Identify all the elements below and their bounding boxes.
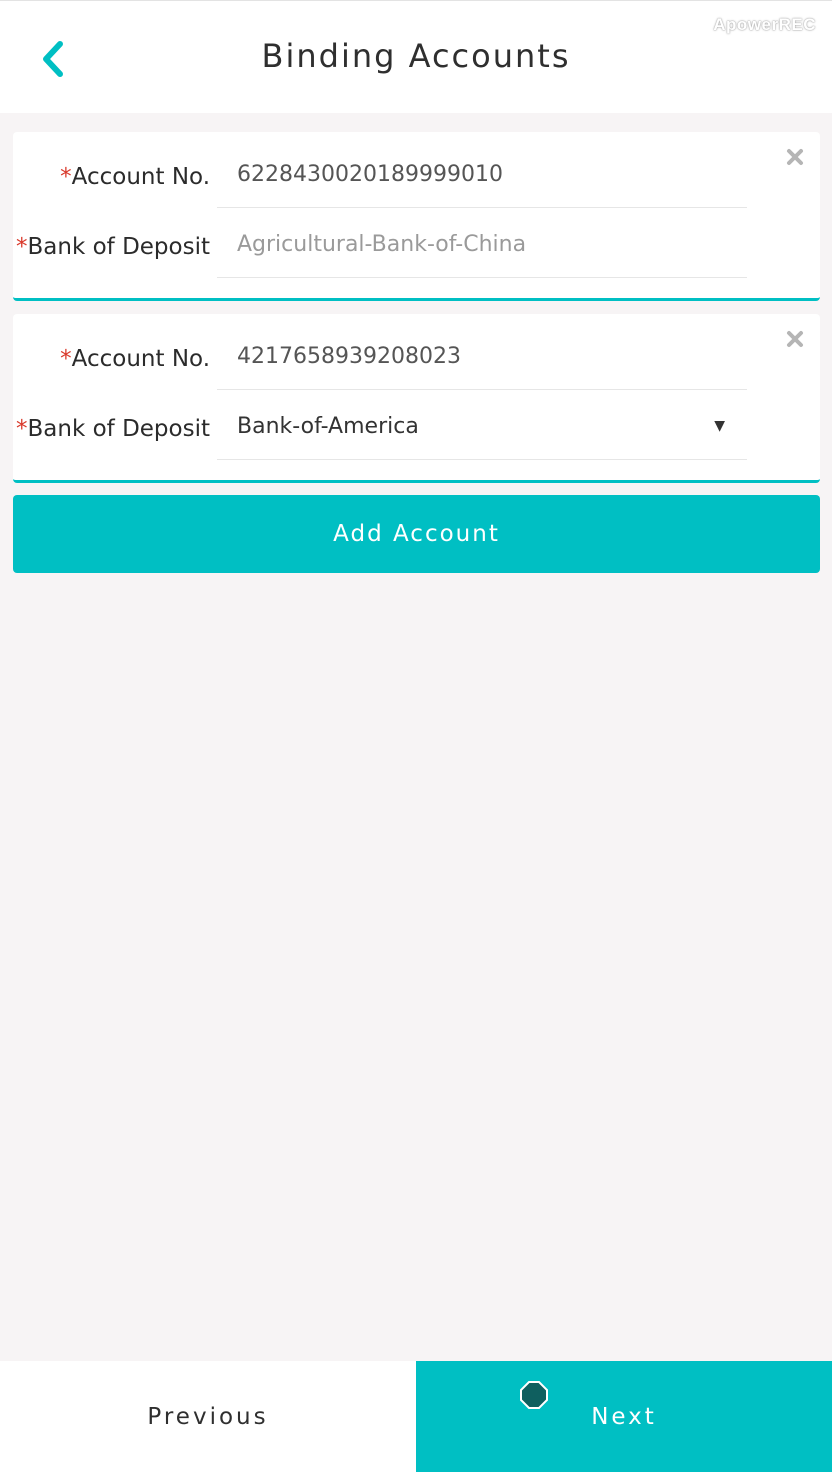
page-title: Binding Accounts xyxy=(261,37,571,75)
bank-of-deposit-row: * Bank of Deposit Agricultural-Bank-of-Ch… xyxy=(13,212,820,282)
account-number-label: * Account No. xyxy=(60,164,210,190)
caret-down-icon: ▼ xyxy=(714,418,725,434)
bank-of-deposit-row: * Bank of Deposit Bank-of-America ▼ xyxy=(13,394,820,464)
account-number-row: * Account No. 6228430020189999010 xyxy=(13,142,820,212)
app-header: Binding Accounts ApowerREC xyxy=(0,0,832,113)
bank-of-deposit-select[interactable]: Agricultural-Bank-of-China xyxy=(217,212,747,278)
required-marker: * xyxy=(16,234,28,260)
add-account-button[interactable]: Add Account xyxy=(13,495,820,573)
account-number-input[interactable]: 4217658939208023 xyxy=(217,324,747,390)
watermark-logo: ApowerREC xyxy=(713,15,816,34)
required-marker: * xyxy=(60,164,72,190)
previous-button[interactable]: Previous xyxy=(0,1361,416,1472)
required-marker: * xyxy=(16,416,28,442)
next-button-label: Next xyxy=(591,1403,657,1430)
account-number-input[interactable]: 6228430020189999010 xyxy=(217,142,747,208)
bank-of-deposit-select[interactable]: Bank-of-America ▼ xyxy=(217,394,747,460)
next-button[interactable]: Next xyxy=(416,1361,832,1472)
touch-indicator-icon xyxy=(520,1381,548,1409)
account-card: * Account No. 6228430020189999010 * Bank o… xyxy=(13,132,820,301)
bank-of-deposit-label: * Bank of Deposit xyxy=(16,234,210,260)
account-number-label: * Account No. xyxy=(60,346,210,372)
account-card: * Account No. 4217658939208023 * Bank of D… xyxy=(13,314,820,483)
bank-of-deposit-label: * Bank of Deposit xyxy=(16,416,210,442)
footer-nav: Previous Next xyxy=(0,1361,832,1472)
bank-selected-value: Bank-of-America xyxy=(237,414,419,439)
required-marker: * xyxy=(60,346,72,372)
account-number-row: * Account No. 4217658939208023 xyxy=(13,324,820,394)
